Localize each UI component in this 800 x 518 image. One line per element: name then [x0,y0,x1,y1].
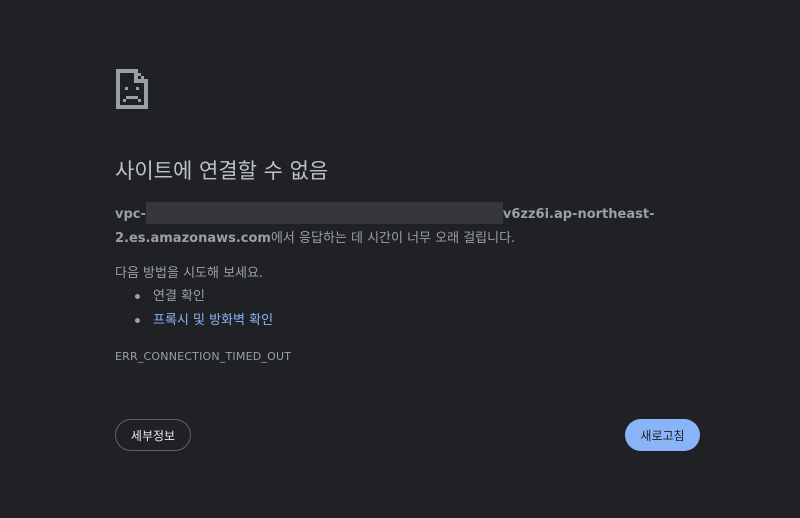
host-suffix-line2: 2.es.amazonaws.com [115,231,271,246]
description-tail: 에서 응답하는 데 시간이 너무 오래 걸립니다. [270,231,516,246]
redacted-hostname [145,202,503,224]
sad-document-icon [116,69,148,109]
page-title: 사이트에 연결할 수 없음 [115,159,329,183]
error-page: 사이트에 연결할 수 없음 vpc-v6zz6i.ap-northeast- 2… [0,0,800,518]
reload-button[interactable]: 새로고침 [625,419,700,451]
bullet-icon [135,294,140,299]
suggestion-list: 연결 확인 프록시 및 방화벽 확인 [135,285,273,333]
host-prefix: vpc- [115,207,146,222]
details-button[interactable]: 세부정보 [115,419,191,451]
error-code: ERR_CONNECTION_TIMED_OUT [115,350,292,363]
suggestion-check-proxy-firewall: 프록시 및 방화벽 확인 [135,309,273,333]
error-description: vpc-v6zz6i.ap-northeast- 2.es.amazonaws.… [115,202,675,251]
suggestion-label: 연결 확인 [153,289,205,304]
suggestion-check-connection: 연결 확인 [135,285,273,309]
bullet-icon [135,318,140,323]
host-suffix-line1: v6zz6i.ap-northeast- [502,207,655,222]
check-proxy-firewall-link[interactable]: 프록시 및 방화벽 확인 [153,313,273,328]
try-heading: 다음 방법을 시도해 보세요. [115,266,264,281]
